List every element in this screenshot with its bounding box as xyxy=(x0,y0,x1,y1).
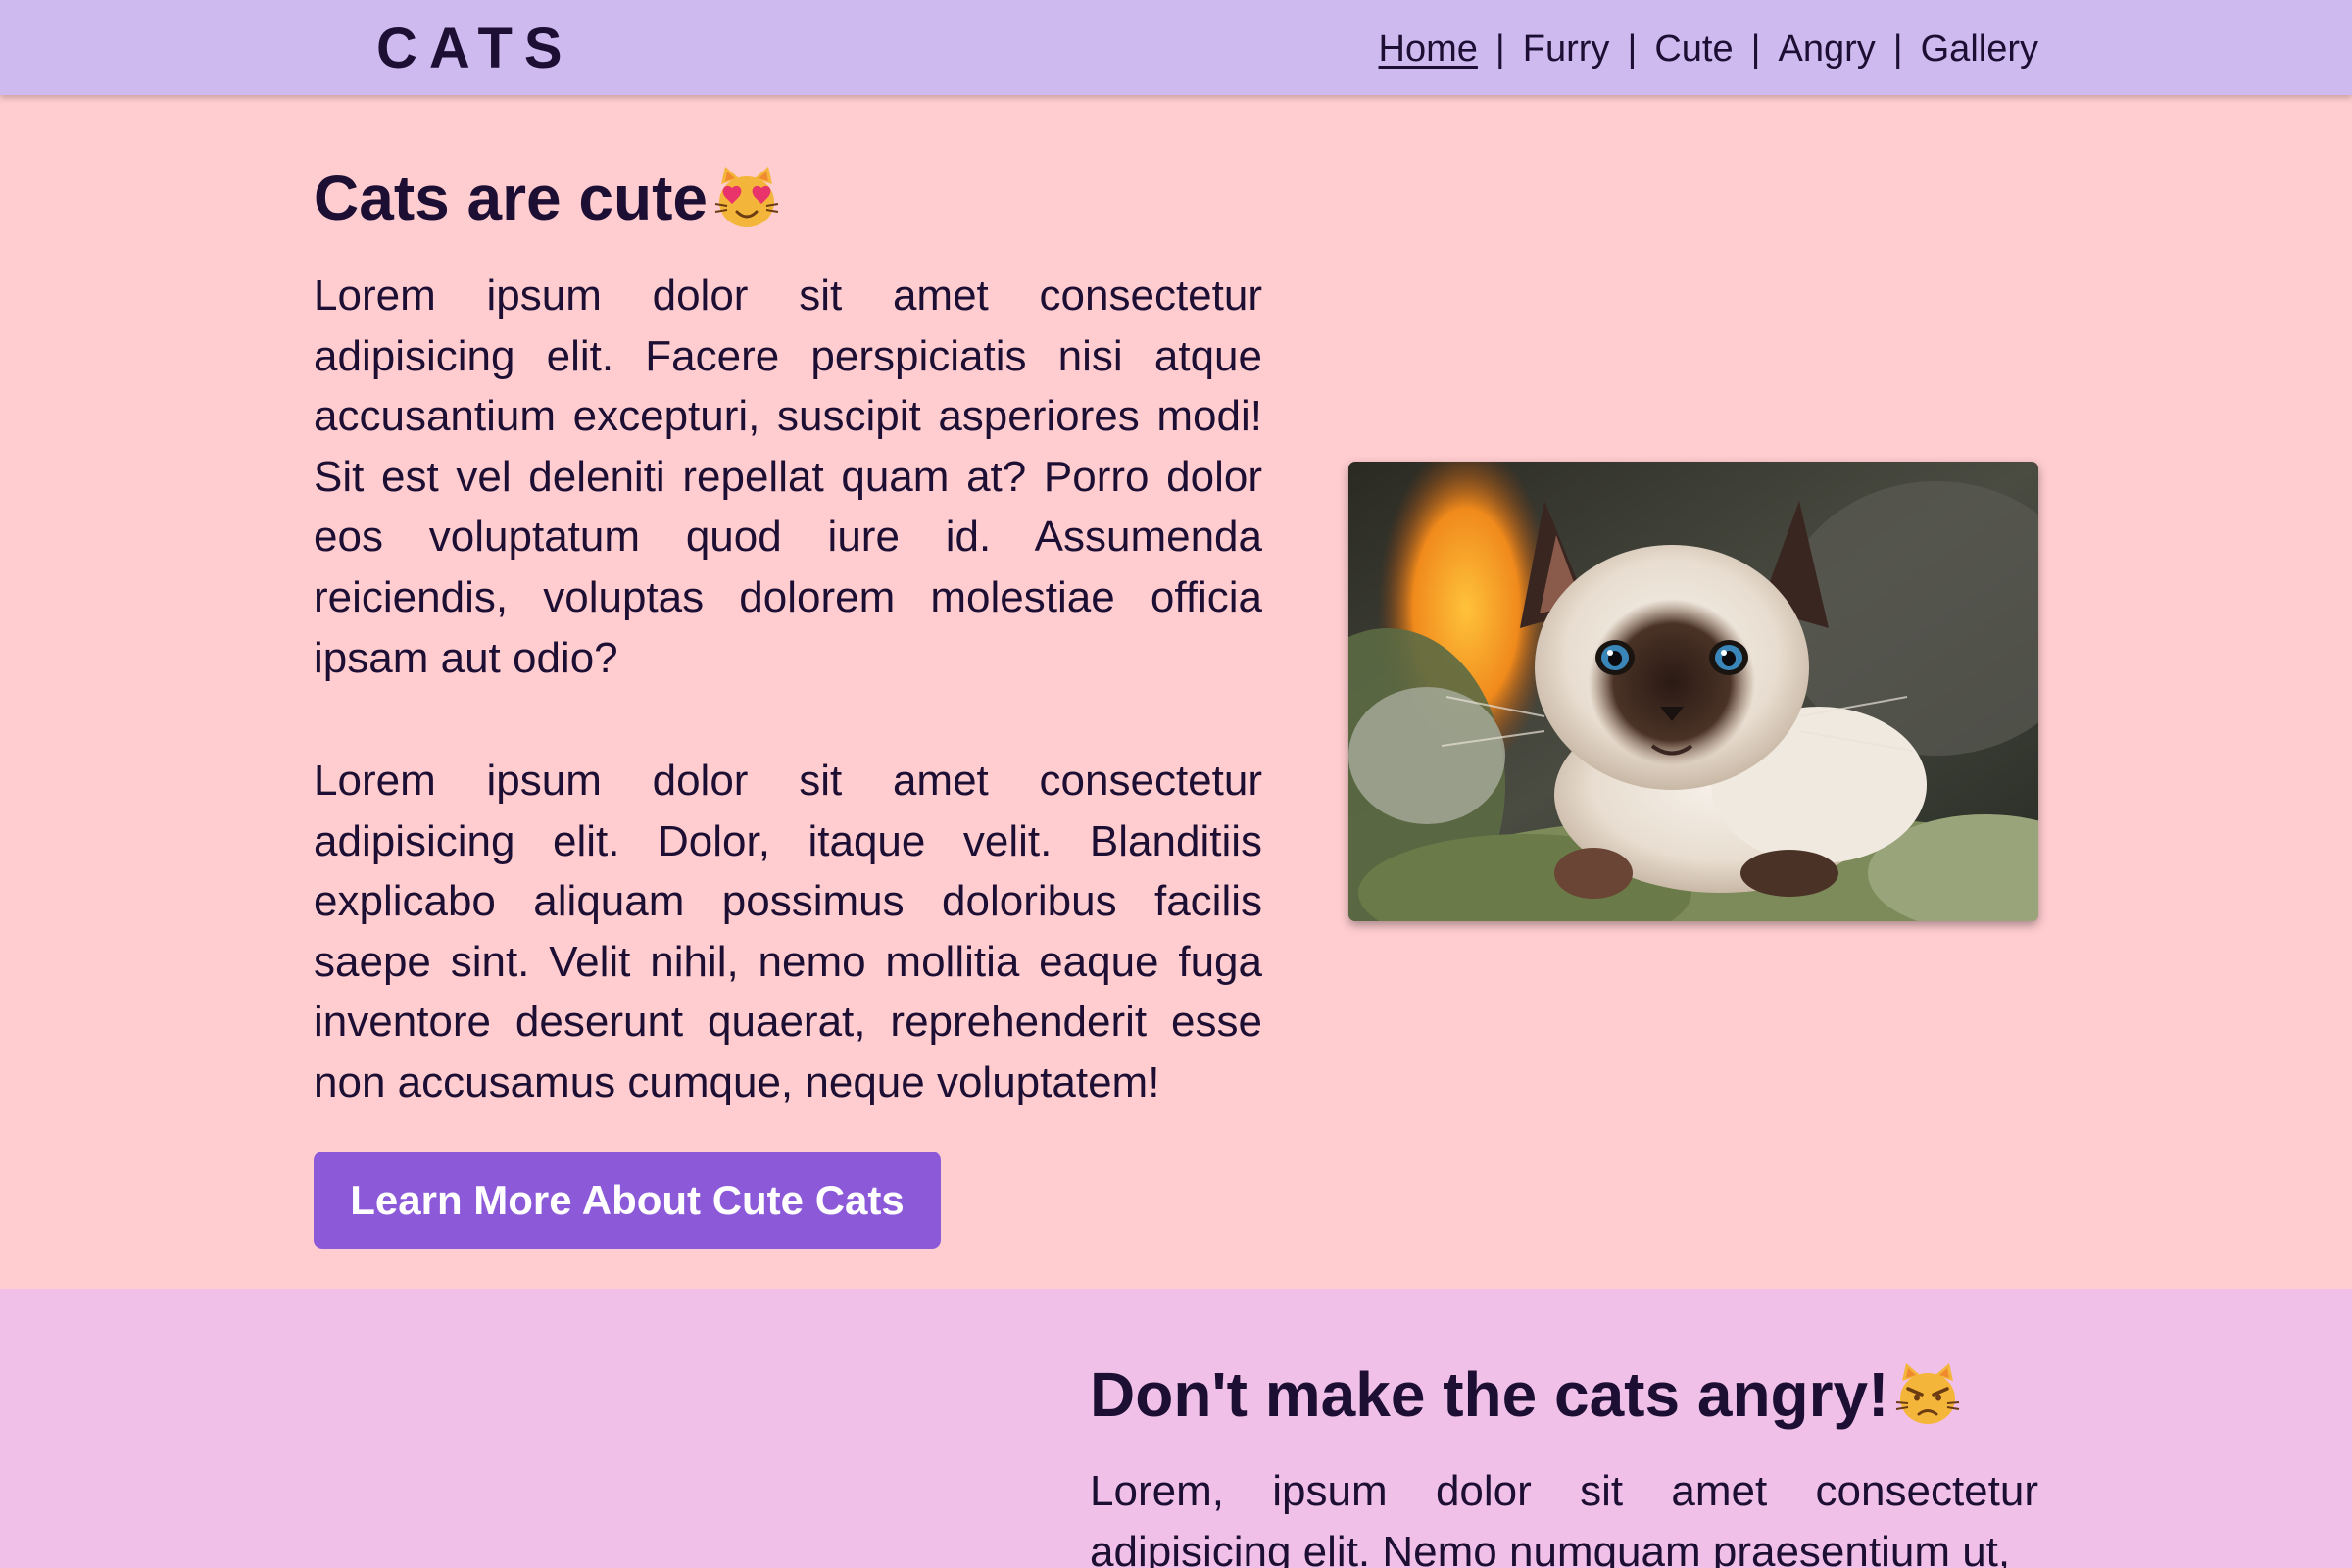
site-header: CATS Home | Furry | Cute | Angry | Galle… xyxy=(0,0,2352,95)
nav-separator: | xyxy=(1627,28,1638,70)
cute-paragraph-2: Lorem ipsum dolor sit amet consectetur a… xyxy=(314,757,1262,1106)
heart-eyes-cat-icon xyxy=(711,163,782,233)
angry-section-title: Don't make the cats angry! xyxy=(1090,1355,1963,1434)
angry-cats-section: Don't make the cats angry! Lorem, ipsum … xyxy=(0,1289,2352,1568)
main-nav: Home | Furry | Cute | Angry | Gallery xyxy=(1379,24,2038,74)
cute-cats-section: Cats are cute Lorem ipsum dolor sit amet… xyxy=(0,95,2352,1289)
nav-link-angry[interactable]: Angry xyxy=(1778,24,1875,74)
siamese-kitten-photo xyxy=(1348,462,2038,921)
nav-separator: | xyxy=(1494,28,1505,70)
cute-section-title: Cats are cute xyxy=(314,159,782,237)
pouting-cat-icon xyxy=(1892,1359,1963,1430)
learn-more-cute-cats-button[interactable]: Learn More About Cute Cats xyxy=(314,1152,941,1249)
nav-separator: | xyxy=(1892,28,1903,70)
nav-separator: | xyxy=(1750,28,1761,70)
nav-link-cute[interactable]: Cute xyxy=(1654,24,1733,74)
nav-link-home[interactable]: Home xyxy=(1379,24,1478,74)
angry-title-text: Don't make the cats angry! xyxy=(1090,1359,1889,1430)
nav-link-furry[interactable]: Furry xyxy=(1523,24,1610,74)
nav-link-gallery[interactable]: Gallery xyxy=(1921,24,2038,74)
site-logo[interactable]: CATS xyxy=(376,14,574,84)
angry-paragraph-1: Lorem, ipsum dolor sit amet consectetur … xyxy=(1090,1467,2038,1568)
cute-title-text: Cats are cute xyxy=(314,163,708,233)
cute-paragraph-1: Lorem ipsum dolor sit amet consectetur a… xyxy=(314,271,1262,682)
